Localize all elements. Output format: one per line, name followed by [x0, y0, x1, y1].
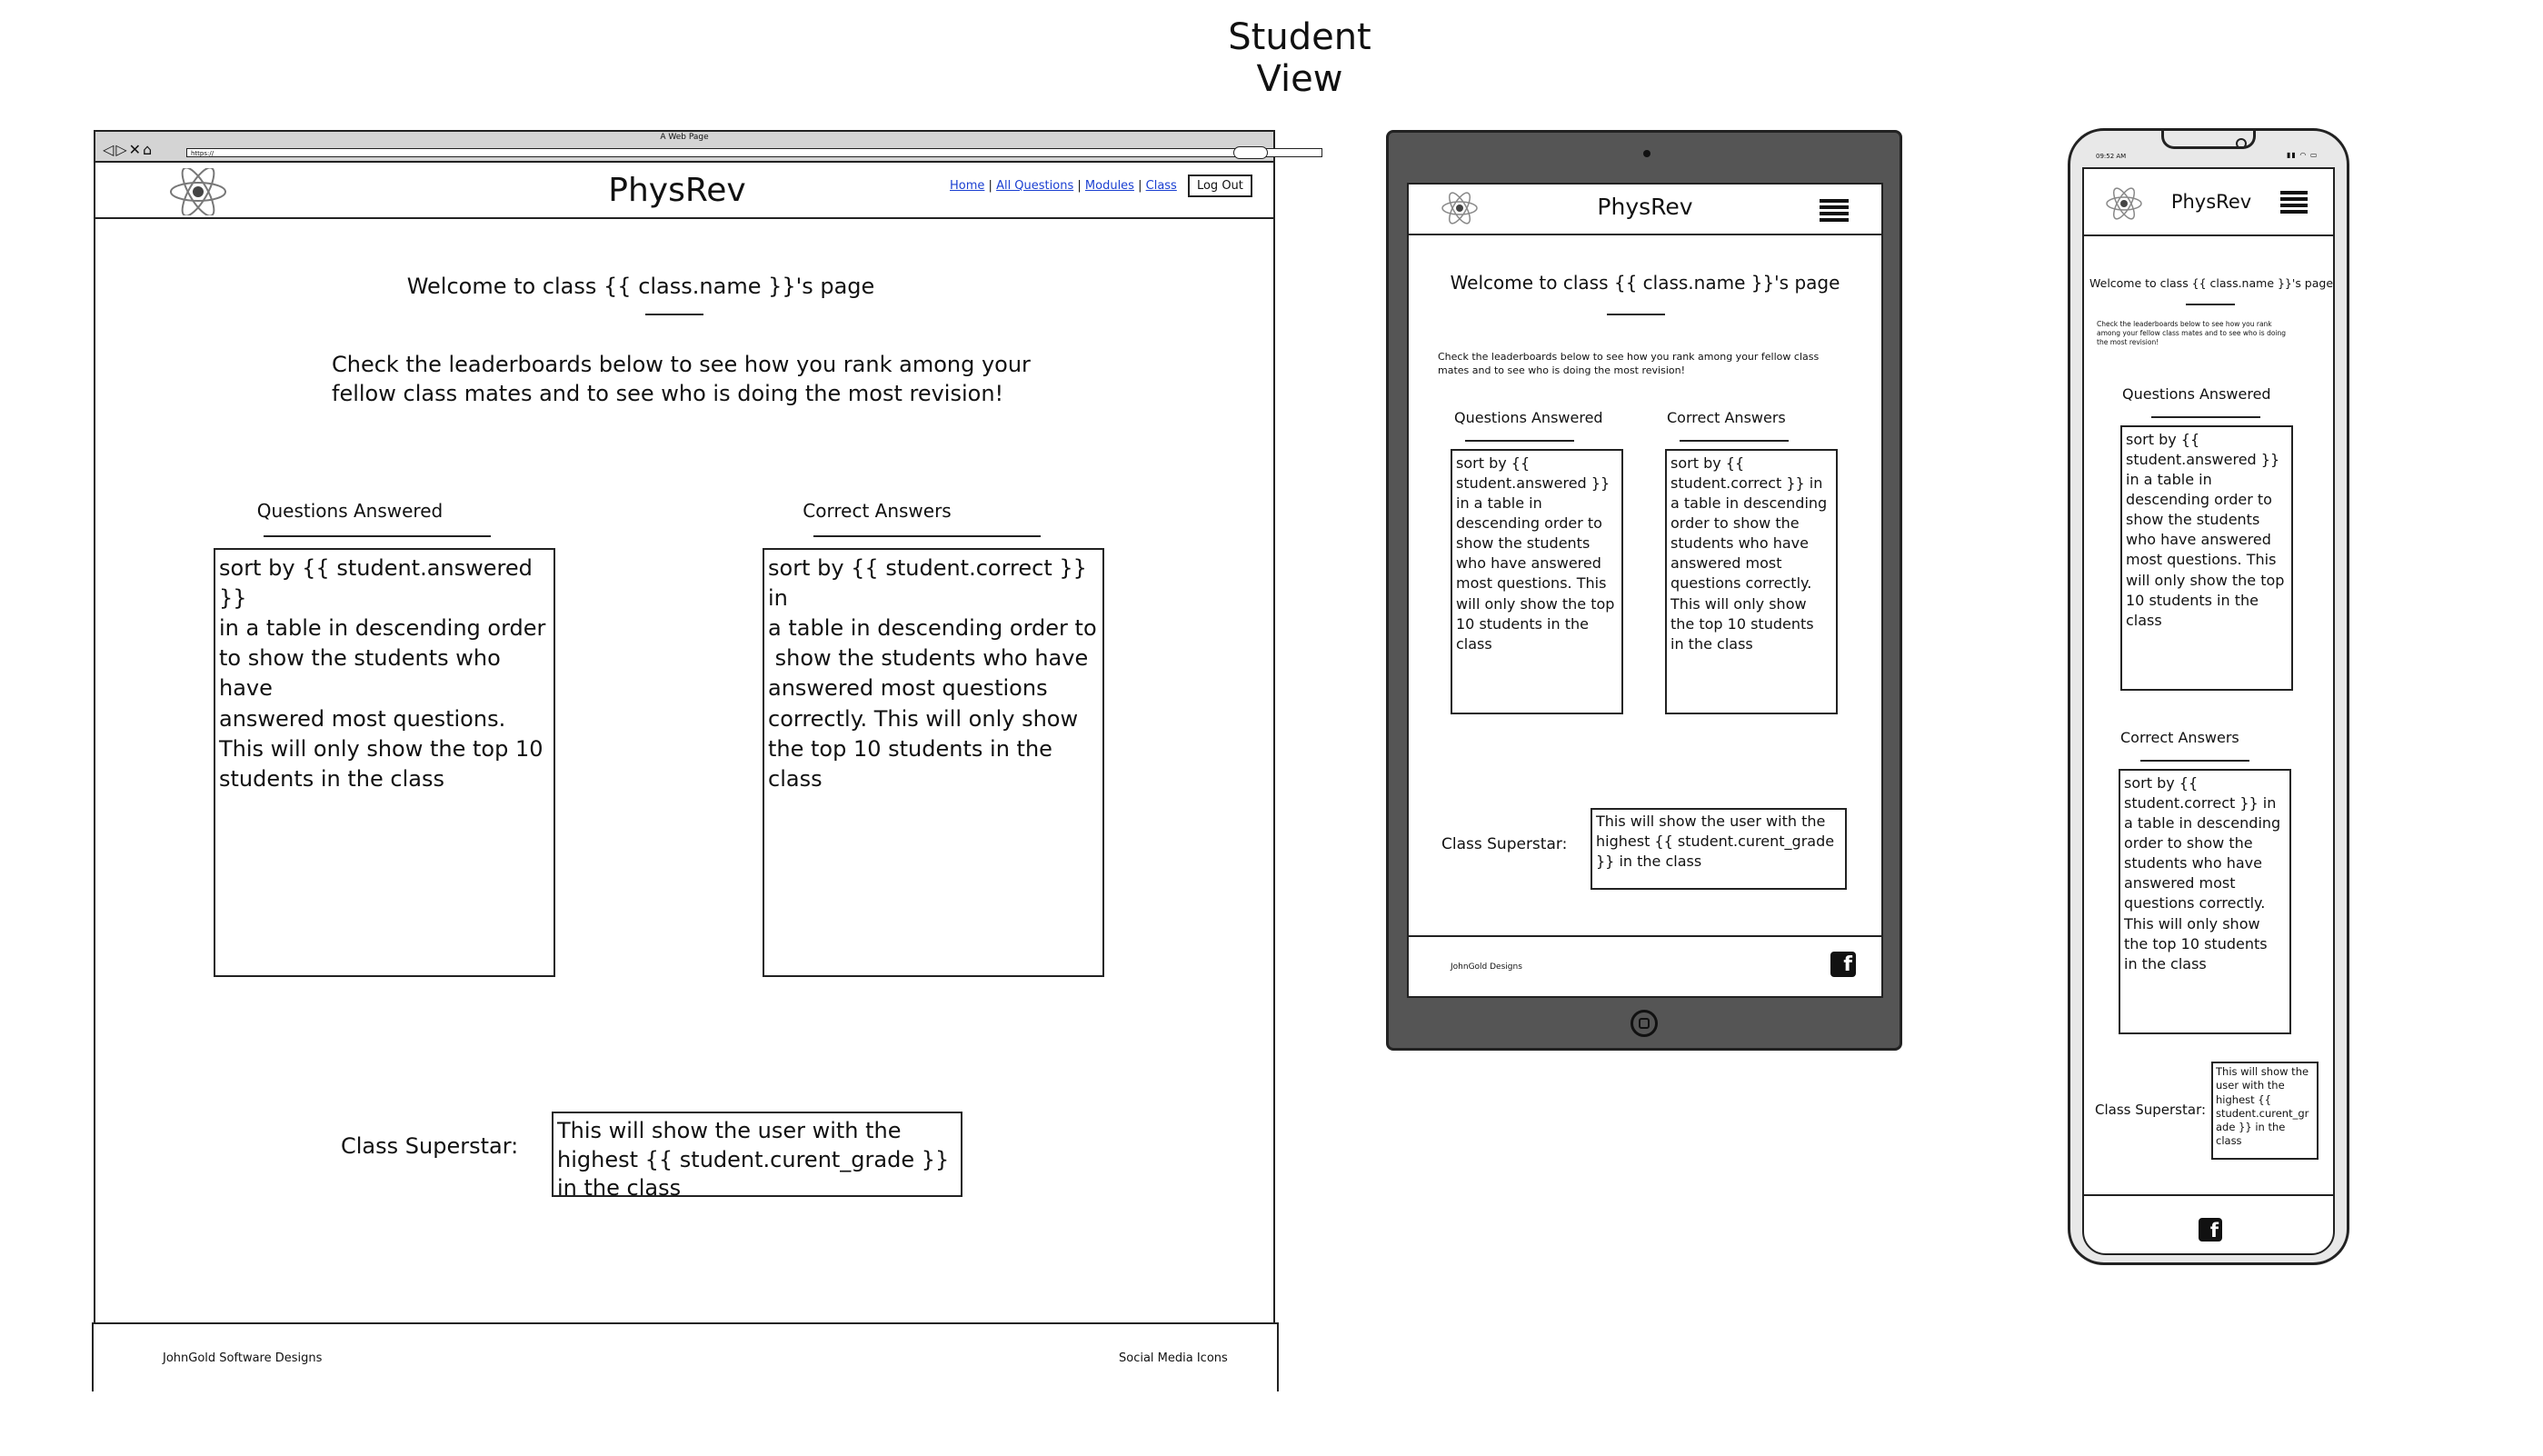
- tablet-questions-description: sort by {{ student.answered }} in a tabl…: [1456, 454, 1615, 653]
- facebook-icon[interactable]: f: [1830, 952, 1856, 977]
- tablet-welcome-underline: [1607, 314, 1665, 315]
- atom-logo-icon[interactable]: [1440, 190, 1480, 226]
- home-button-icon[interactable]: [1631, 1010, 1658, 1037]
- phone-questions-underline: [2151, 416, 2260, 418]
- phone-superstar-description: This will show the user with the highest…: [2216, 1065, 2309, 1148]
- questions-answered-description: sort by {{ student.answered }} in a tabl…: [219, 555, 546, 792]
- correct-answers-leaderboard: sort by {{ student.correct }} in a table…: [763, 548, 1104, 977]
- tablet-screen: PhysRev Welcome to class {{ class.name }…: [1407, 183, 1883, 998]
- tablet-brand-title: PhysRev: [1597, 194, 1693, 220]
- tablet-superstar-box: This will show the user with the highest…: [1591, 808, 1847, 890]
- tablet-navbar: PhysRev: [1409, 184, 1881, 235]
- tablet-correct-description: sort by {{ student.correct }} in a table…: [1670, 454, 1828, 653]
- home-icon[interactable]: ⌂: [143, 141, 154, 158]
- phone-welcome-underline: [2186, 304, 2235, 305]
- correct-answers-description: sort by {{ student.correct }} in a table…: [768, 555, 1097, 792]
- nav-all-questions-link[interactable]: All Questions: [996, 179, 1073, 193]
- page-title: Student View: [1228, 16, 1371, 100]
- phone-correct-underline: [2140, 760, 2249, 762]
- footer-credits: JohnGold Software Designs: [163, 1351, 323, 1365]
- phone-navbar: PhysRev: [2084, 169, 2333, 236]
- tablet-superstar-description: This will show the user with the highest…: [1596, 813, 1835, 871]
- phone-correct-description: sort by {{ student.correct }} in a table…: [2124, 774, 2281, 972]
- tablet-correct-heading: Correct Answers: [1667, 409, 1786, 426]
- nav-links: Home | All Questions | Modules | Class L…: [950, 175, 1252, 197]
- questions-answered-heading: Questions Answered: [256, 500, 444, 522]
- browser-window-title: A Web Page: [660, 133, 709, 142]
- brand-title: PhysRev: [608, 172, 746, 209]
- phone-questions-description: sort by {{ student.answered }} in a tabl…: [2126, 431, 2285, 629]
- questions-heading-underline: [264, 535, 491, 537]
- browser-nav-icons: ◁▷✕⌂: [103, 141, 154, 158]
- phone-device: 09:52 AM ▮▮ ◠ ▭ PhysRev Welcome to class…: [2068, 128, 2349, 1265]
- phone-intro-text: Check the leaderboards below to see how …: [2097, 320, 2287, 347]
- intro-text: Check the leaderboards below to see how …: [332, 352, 1031, 407]
- phone-questions-heading: Questions Answered: [2122, 385, 2271, 403]
- browser-chrome: A Web Page ◁▷✕⌂ https://: [95, 132, 1322, 163]
- footer-social-media-icons[interactable]: Social Media Icons: [1119, 1351, 1228, 1365]
- nav-modules-link[interactable]: Modules: [1085, 179, 1134, 193]
- class-superstar-box: This will show the user with the highest…: [552, 1112, 962, 1201]
- tablet-welcome-heading: Welcome to class {{ class.name }}'s page: [1450, 272, 1840, 294]
- class-superstar-label: Class Superstar:: [341, 1133, 519, 1159]
- tablet-correct-underline: [1680, 440, 1789, 442]
- tablet-intro-text: Check the leaderboards below to see how …: [1438, 351, 1820, 377]
- browser-search-field[interactable]: [1233, 146, 1268, 159]
- tablet-correct-leaderboard: sort by {{ student.correct }} in a table…: [1665, 449, 1838, 714]
- facebook-icon[interactable]: f: [2199, 1218, 2222, 1242]
- phone-correct-leaderboard: sort by {{ student.correct }} in a table…: [2119, 769, 2291, 1034]
- phone-footer: f: [2084, 1194, 2333, 1257]
- site-navbar: PhysRev Home | All Questions | Modules |…: [95, 163, 1273, 219]
- close-icon[interactable]: ✕: [129, 141, 143, 158]
- tablet-questions-underline: [1465, 440, 1574, 442]
- tablet-superstar-label: Class Superstar:: [1441, 835, 1568, 853]
- questions-answered-leaderboard: sort by {{ student.answered }} in a tabl…: [214, 548, 555, 977]
- phone-brand-title: PhysRev: [2170, 191, 2252, 213]
- logout-button[interactable]: Log Out: [1187, 175, 1252, 197]
- tablet-questions-leaderboard: sort by {{ student.answered }} in a tabl…: [1451, 449, 1623, 714]
- phone-status-icons: ▮▮ ◠ ▭: [2287, 151, 2319, 159]
- atom-logo-icon[interactable]: [168, 168, 228, 215]
- hamburger-menu-icon[interactable]: [1820, 199, 1849, 223]
- home-button-inner: [1639, 1018, 1650, 1029]
- atom-logo-icon[interactable]: [2104, 185, 2144, 222]
- hamburger-menu-icon[interactable]: [2280, 191, 2308, 214]
- phone-welcome-heading: Welcome to class {{ class.name }}'s page: [2089, 276, 2334, 290]
- welcome-underline: [645, 314, 703, 315]
- url-bar[interactable]: https://: [186, 148, 1322, 157]
- welcome-heading: Welcome to class {{ class.name }}'s page: [406, 274, 875, 299]
- desktop-browser-window: A Web Page ◁▷✕⌂ https:// PhysRev Home | …: [92, 130, 1322, 1391]
- phone-correct-heading: Correct Answers: [2120, 729, 2239, 746]
- nav-home-link[interactable]: Home: [950, 179, 984, 193]
- tablet-footer-credits: JohnGold Designs: [1451, 962, 1522, 972]
- nav-class-link[interactable]: Class: [1146, 179, 1177, 193]
- phone-screen: PhysRev Welcome to class {{ class.name }…: [2082, 167, 2335, 1255]
- phone-questions-leaderboard: sort by {{ student.answered }} in a tabl…: [2120, 425, 2293, 691]
- tablet-questions-heading: Questions Answered: [1454, 409, 1603, 426]
- phone-superstar-label: Class Superstar:: [2095, 1102, 2207, 1118]
- phone-superstar-box: This will show the user with the highest…: [2211, 1062, 2319, 1160]
- forward-icon[interactable]: ▷: [115, 141, 128, 158]
- back-icon[interactable]: ◁: [103, 141, 115, 158]
- tablet-footer: JohnGold Designs f: [1409, 935, 1881, 1000]
- correct-heading-underline: [813, 535, 1041, 537]
- site-footer: JohnGold Software Designs Social Media I…: [92, 1322, 1279, 1391]
- correct-answers-heading: Correct Answers: [803, 500, 952, 522]
- phone-camera: [2236, 138, 2247, 149]
- class-superstar-description: This will show the user with the highest…: [557, 1118, 950, 1202]
- tablet-device: PhysRev Welcome to class {{ class.name }…: [1386, 130, 1902, 1051]
- tablet-camera: [1643, 150, 1650, 157]
- phone-status-time: 09:52 AM: [2096, 153, 2127, 160]
